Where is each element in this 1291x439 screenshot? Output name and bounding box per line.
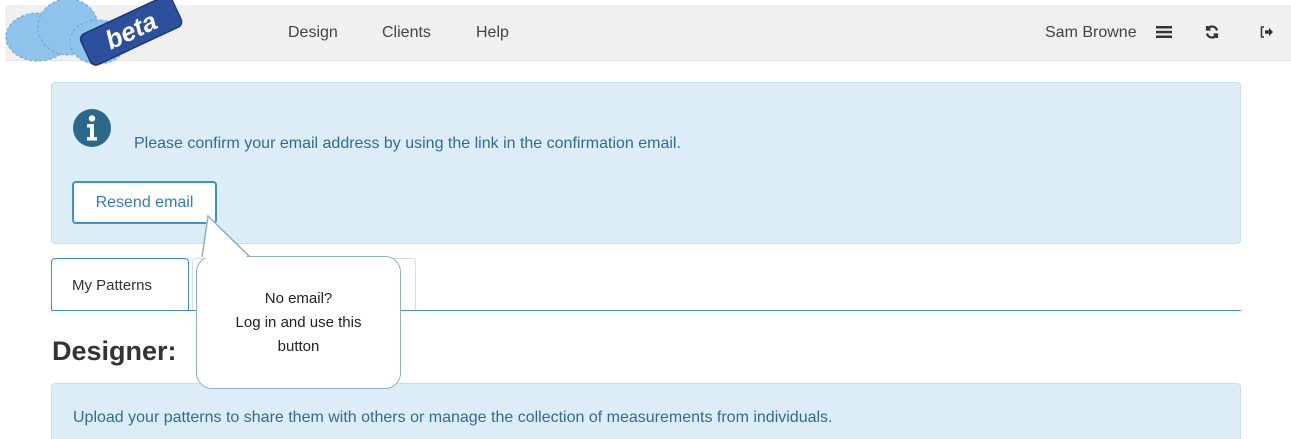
callout-line-3: button (277, 338, 320, 355)
refresh-icon[interactable] (1201, 21, 1223, 43)
callout-line-1: No email? (264, 290, 333, 307)
sign-out-icon[interactable] (1256, 21, 1278, 43)
callout-text: No email? Log in and use this button (197, 287, 400, 359)
info-icon (73, 109, 111, 147)
user-name[interactable]: Sam Browne (1045, 24, 1137, 42)
tab-my-patterns-label: My Patterns (72, 276, 153, 294)
callout-line-2: Log in and use this (235, 314, 362, 331)
panel-text: Upload your patterns to share them with … (73, 409, 833, 426)
designer-info-panel: Upload your patterns to share them with … (51, 383, 1241, 439)
hamburger-icon[interactable] (1153, 21, 1175, 43)
top-navbar: beta Design Clients Help Sam Browne (5, 0, 1291, 66)
alert-message: Please confirm your email address by usi… (134, 135, 681, 152)
callout-tail (201, 214, 251, 258)
nav-clients[interactable]: Clients (382, 24, 431, 42)
callout-bubble: No email? Log in and use this button (196, 256, 401, 389)
nav-help[interactable]: Help (476, 24, 509, 42)
tab-my-patterns[interactable]: My Patterns (51, 258, 189, 311)
nav-design[interactable]: Design (288, 24, 338, 42)
page-title: Designer: (52, 336, 177, 366)
logo[interactable]: beta (3, 0, 193, 77)
